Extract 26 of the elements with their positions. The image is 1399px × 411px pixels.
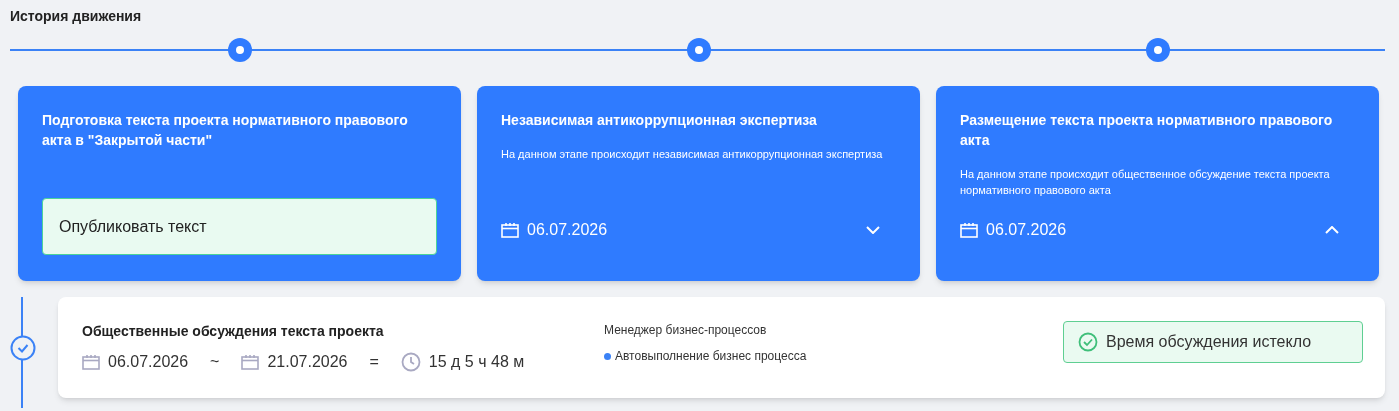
check-circle-icon — [1078, 332, 1098, 352]
end-date: 21.07.2026 — [267, 352, 348, 372]
stage-description: На данном этапе происходит общественное обсуждение текста проекта нормативного правового акта — [960, 167, 1331, 198]
status-badge: Время обсуждения истекло — [1063, 321, 1363, 363]
start-date: 06.07.2026 — [108, 352, 189, 372]
section-title: История движения — [10, 7, 142, 26]
stage-date: 06.07.2026 — [986, 220, 1067, 240]
chevron-down-icon[interactable] — [866, 226, 880, 234]
stage-title: Размещение текста проекта нормативного правового акта — [960, 111, 1334, 150]
publish-button[interactable]: Опубликовать текст — [42, 198, 437, 255]
stage-date: 06.07.2026 — [527, 220, 608, 240]
detail-title: Общественные обсуждения текста проекта — [82, 322, 385, 341]
calendar-icon — [82, 354, 100, 370]
stage-description: На данном этапе происходит независимая антикоррупционная экспертиза — [501, 147, 884, 162]
stage-title: Подготовка текста проекта нормативного правового акта в "Закрытой части" — [42, 111, 409, 150]
role-label: Менеджер бизнес-процессов — [604, 322, 768, 339]
stage-title: Независимая антикоррупционная экспертиза — [501, 111, 818, 130]
calendar-icon — [241, 354, 260, 370]
clock-icon — [400, 352, 421, 372]
calendar-icon — [960, 222, 978, 238]
executor-name: Автовыполнение бизнес процесса — [615, 348, 807, 365]
equals-sign: = — [369, 352, 379, 372]
duration: 15 д 5 ч 48 м — [428, 352, 525, 372]
range-separator: ~ — [210, 352, 220, 372]
chevron-up-icon[interactable] — [1325, 226, 1339, 234]
calendar-icon — [501, 222, 519, 238]
